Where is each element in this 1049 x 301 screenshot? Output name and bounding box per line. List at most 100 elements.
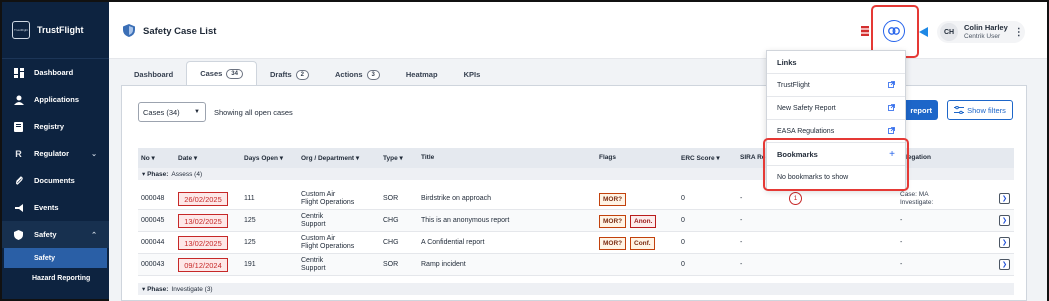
brand[interactable]: TrustFlight TrustFlight bbox=[2, 2, 109, 59]
tab-label: KPIs bbox=[463, 70, 481, 79]
col-erc-score[interactable]: ERC Score ▾ bbox=[681, 154, 720, 162]
flag-badge: Anon. bbox=[630, 215, 657, 228]
open-case-button[interactable]: ❯ bbox=[999, 237, 1010, 248]
col-label: ERC Score bbox=[681, 155, 715, 162]
org-department: Centrik Support bbox=[301, 257, 326, 273]
link-new-safety-report[interactable]: New Safety Report bbox=[767, 97, 905, 120]
date-overdue-badge: 13/02/2025 bbox=[178, 214, 228, 228]
org-name: Centrik bbox=[301, 213, 324, 220]
sidebar-item-documents[interactable]: Documents bbox=[2, 167, 109, 194]
org-name: Custom Air bbox=[301, 191, 336, 198]
chevron-down-icon: ▼ bbox=[194, 109, 200, 115]
erc-score: 0 bbox=[681, 239, 685, 246]
delegation: - bbox=[900, 261, 903, 268]
subnav-item-hazard-reporting[interactable]: Hazard Reporting bbox=[2, 268, 109, 288]
delegation-case: Case: MA bbox=[900, 191, 929, 198]
sidebar-item-label: Regulator bbox=[34, 149, 70, 158]
col-sira: SIRA Re bbox=[740, 154, 766, 161]
tab-kpis[interactable]: KPIs bbox=[451, 64, 494, 85]
subnav-item-safety[interactable]: Safety bbox=[4, 248, 107, 268]
send-icon[interactable] bbox=[919, 27, 928, 37]
delegation: Case: MA Investigate: bbox=[900, 191, 933, 207]
erc-score: 0 bbox=[681, 195, 685, 202]
case-number: 000044 bbox=[141, 239, 165, 246]
table-row[interactable]: 000045 13/02/2025 125 Centrik Support CHG… bbox=[138, 210, 1014, 232]
flag-badge: MOR? bbox=[599, 237, 627, 250]
tab-dashboard[interactable]: Dashboard bbox=[121, 64, 186, 85]
col-date[interactable]: Date ▾ bbox=[178, 154, 197, 162]
delegation-investigate: Investigate: bbox=[900, 199, 934, 206]
link-trustflight[interactable]: TrustFlight bbox=[767, 74, 905, 97]
phase-name: Assess (4) bbox=[171, 170, 203, 178]
tab-label: Cases bbox=[200, 69, 223, 78]
table-row[interactable]: 000048 26/02/2025 111 Custom Air Flight O… bbox=[138, 188, 1014, 210]
days-open: 125 bbox=[244, 239, 256, 246]
delegation: - bbox=[900, 217, 903, 224]
table-row[interactable]: 000043 09/12/2024 191 Centrik Support SOR… bbox=[138, 254, 1014, 276]
col-days-open[interactable]: Days Open ▾ bbox=[244, 154, 283, 162]
chevron-down-icon: ⌄ bbox=[91, 150, 97, 158]
open-case-button[interactable]: ❯ bbox=[999, 259, 1010, 270]
case-view-select[interactable]: Cases (34) ▼ bbox=[138, 102, 206, 122]
col-label: Org / Department bbox=[301, 155, 355, 162]
date-overdue-badge: 26/02/2025 bbox=[178, 192, 228, 206]
tab-actions[interactable]: Actions 3 bbox=[322, 64, 393, 85]
sidebar-item-regulator[interactable]: R Regulator ⌄ bbox=[2, 140, 109, 167]
department-name: Support bbox=[301, 265, 326, 272]
user-menu[interactable]: CH Colin Harley Centrik User ⋮ bbox=[937, 21, 1025, 43]
sira-value: - bbox=[740, 239, 743, 246]
chevron-up-icon: ⌃ bbox=[91, 231, 97, 239]
sira-value: - bbox=[740, 195, 743, 202]
brand-logo: TrustFlight bbox=[12, 21, 30, 39]
kebab-menu-icon[interactable]: ⋮ bbox=[1014, 27, 1024, 38]
sidebar-nav: Dashboard Applications Registry R Regula… bbox=[2, 59, 109, 288]
case-title: Birdstrike on approach bbox=[421, 195, 492, 202]
tab-drafts[interactable]: Drafts 2 bbox=[257, 64, 322, 85]
sira-value: - bbox=[740, 261, 743, 268]
days-open: 191 bbox=[244, 261, 256, 268]
case-title: A Confidential report bbox=[421, 239, 485, 246]
col-no[interactable]: No ▾ bbox=[141, 154, 155, 162]
case-number: 000043 bbox=[141, 261, 165, 268]
org-name: Centrik bbox=[301, 257, 324, 264]
tab-heatmap[interactable]: Heatmap bbox=[393, 64, 451, 85]
date-overdue-badge: 13/02/2025 bbox=[178, 236, 228, 250]
letter-r-icon: R bbox=[15, 148, 22, 159]
sidebar-item-safety[interactable]: Safety ⌃ bbox=[2, 221, 109, 248]
col-org-department[interactable]: Org / Department ▾ bbox=[301, 154, 359, 162]
sidebar-item-applications[interactable]: Applications bbox=[2, 86, 109, 113]
avatar: CH bbox=[940, 23, 958, 41]
sidebar-item-label: Safety bbox=[34, 230, 57, 239]
sidebar-item-dashboard[interactable]: Dashboard bbox=[2, 59, 109, 86]
case-number: 000048 bbox=[141, 195, 165, 202]
col-flags: Flags bbox=[599, 154, 616, 161]
sidebar-item-registry[interactable]: Registry bbox=[2, 113, 109, 140]
links-heading: Links bbox=[767, 51, 905, 74]
tab-cases[interactable]: Cases 34 bbox=[186, 61, 257, 85]
phase-group-investigate[interactable]: ▾ Phase: Investigate (3) bbox=[138, 283, 1014, 295]
link-label: EASA Regulations bbox=[777, 127, 835, 135]
open-case-button[interactable]: ❯ bbox=[999, 215, 1010, 226]
count-circle: 1 bbox=[789, 192, 802, 205]
days-open: 125 bbox=[244, 217, 256, 224]
col-type[interactable]: Type ▾ bbox=[383, 154, 403, 162]
open-case-button[interactable]: ❯ bbox=[999, 193, 1010, 204]
tab-label: Dashboard bbox=[134, 70, 174, 79]
flag-badge: Conf. bbox=[630, 237, 655, 250]
col-label: No bbox=[141, 155, 150, 162]
flag-badge: MOR? bbox=[599, 215, 627, 228]
show-filters-button[interactable]: Show filters bbox=[947, 100, 1013, 120]
date-overdue-badge: 09/12/2024 bbox=[178, 258, 228, 272]
showing-text: Showing all open cases bbox=[214, 108, 293, 117]
external-link-icon bbox=[888, 81, 895, 88]
flag-icon[interactable] bbox=[861, 26, 869, 36]
col-label: Date bbox=[178, 155, 193, 162]
phase-label: Phase: bbox=[147, 285, 169, 293]
case-type: SOR bbox=[383, 261, 399, 268]
sidebar-item-events[interactable]: Events bbox=[2, 194, 109, 221]
case-title: Ramp incident bbox=[421, 261, 466, 268]
table-row[interactable]: 000044 13/02/2025 125 Custom Air Flight O… bbox=[138, 232, 1014, 254]
erc-score: 0 bbox=[681, 217, 685, 224]
user-name: Colin Harley bbox=[964, 23, 1008, 32]
org-name: Custom Air bbox=[301, 235, 336, 242]
